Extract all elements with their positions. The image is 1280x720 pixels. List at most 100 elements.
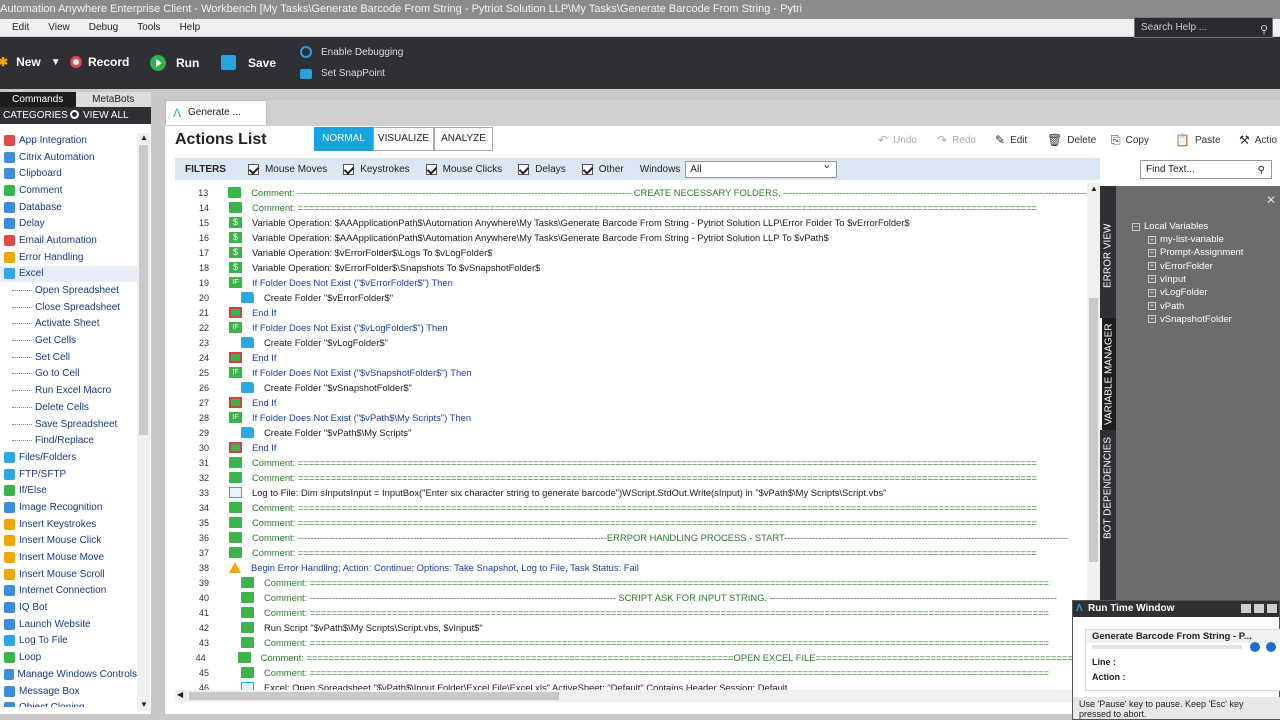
action-row[interactable]: 30 End If bbox=[175, 440, 1087, 455]
chevron-up-icon[interactable]: ▲ bbox=[1090, 184, 1098, 193]
chevron-down-icon[interactable]: ▼ bbox=[51, 57, 61, 68]
expand-icon[interactable]: + bbox=[1148, 288, 1156, 297]
undo-button[interactable]: ↶ Undo bbox=[878, 133, 917, 147]
scroll-thumb[interactable] bbox=[1089, 298, 1098, 562]
category-item[interactable]: Clipboard bbox=[0, 165, 137, 182]
action-row[interactable]: 33 Log to File: Dim sInputsInput = InputB… bbox=[175, 485, 1087, 500]
variable-item[interactable]: + vInput bbox=[1148, 274, 1186, 285]
category-item[interactable]: Excel bbox=[0, 265, 137, 283]
variable-item[interactable]: + Prompt-Assignment bbox=[1148, 247, 1243, 258]
action-row[interactable]: 46 Excel: Open Spreadsheet "$vPath$\Input… bbox=[175, 680, 1087, 690]
category-item[interactable]: If/Else bbox=[0, 482, 137, 499]
expand-icon[interactable]: + bbox=[1148, 248, 1156, 257]
new-button[interactable]: ✱ New ▼ bbox=[0, 55, 61, 69]
category-item[interactable]: FTP/SFTP bbox=[0, 466, 137, 483]
action-row[interactable]: 39 Comment: =============================… bbox=[175, 575, 1087, 590]
edit-button[interactable]: ✎ Edit bbox=[995, 133, 1027, 147]
menu-debug[interactable]: Debug bbox=[89, 22, 118, 33]
expand-icon[interactable]: + bbox=[1148, 302, 1156, 310]
action-row[interactable]: 34 Comment: =============================… bbox=[175, 500, 1087, 515]
hscroll-thumb[interactable] bbox=[189, 692, 559, 700]
close-icon[interactable] bbox=[1267, 604, 1277, 613]
action-row[interactable]: 29 Create Folder "$vPath$\My Scripts" bbox=[175, 425, 1087, 440]
record-button[interactable]: Record bbox=[70, 55, 129, 69]
category-item[interactable]: IQ Bot bbox=[0, 599, 137, 616]
subcategory-item[interactable]: Go to Cell bbox=[0, 366, 137, 383]
variable-item[interactable]: + my-list-variable bbox=[1148, 234, 1224, 245]
action-row[interactable]: 17 $ Variable Operation: $vErrorFolder$\Lo… bbox=[175, 245, 1087, 260]
category-item[interactable]: App Integration bbox=[0, 132, 137, 149]
tab-commands[interactable]: Commands bbox=[0, 92, 76, 107]
document-tab[interactable]: Λ Generate ... bbox=[165, 100, 267, 125]
mode-normal-button[interactable]: NORMAL bbox=[314, 127, 373, 151]
filter-keystrokes[interactable]: Keystrokes bbox=[343, 163, 410, 175]
minimize-icon[interactable] bbox=[1241, 604, 1251, 613]
search-icon[interactable]: ⚲ bbox=[1260, 21, 1268, 40]
filter-delays[interactable]: Delays bbox=[518, 163, 566, 175]
expand-icon[interactable]: + bbox=[1148, 235, 1156, 244]
stop-icon[interactable] bbox=[1266, 642, 1276, 652]
action-row[interactable]: 27 End If bbox=[175, 395, 1087, 410]
category-item[interactable]: Image Recognition bbox=[0, 499, 137, 516]
checkbox-icon[interactable] bbox=[425, 163, 437, 175]
chevron-down-icon[interactable]: ▼ bbox=[140, 700, 148, 709]
left-scrollbar[interactable]: ▲ ▼ bbox=[137, 133, 150, 711]
variable-item[interactable]: + vPath bbox=[1148, 301, 1184, 312]
tab-metabots[interactable]: MetaBots bbox=[75, 92, 151, 107]
tab-bot-dependencies[interactable]: BOT DEPENDENCIES bbox=[1100, 436, 1116, 540]
subcategory-item[interactable]: Open Spreadsheet bbox=[0, 282, 137, 299]
save-button[interactable]: Save bbox=[221, 55, 276, 70]
enable-debugging-button[interactable]: Enable Debugging bbox=[300, 46, 403, 58]
category-item[interactable]: Insert Mouse Move bbox=[0, 549, 137, 566]
filter-mouse-moves[interactable]: Mouse Moves bbox=[247, 163, 327, 175]
action-row[interactable]: 45 Comment: =============================… bbox=[175, 665, 1087, 680]
action-row[interactable]: 25 IF If Folder Does Not Exist ("$vSnapsho… bbox=[175, 365, 1087, 380]
category-item[interactable]: Files/Folders bbox=[0, 449, 137, 466]
subcategory-item[interactable]: Delete Cells bbox=[0, 399, 137, 416]
subcategory-item[interactable]: Find/Replace bbox=[0, 432, 137, 449]
delete-button[interactable]: 🗑 Delete bbox=[1047, 133, 1096, 147]
expand-icon[interactable]: + bbox=[1148, 262, 1156, 271]
category-item[interactable]: Comment bbox=[0, 182, 137, 199]
category-item[interactable]: Citrix Automation bbox=[0, 149, 137, 166]
subcategory-item[interactable]: Run Excel Macro bbox=[0, 382, 137, 399]
action-row[interactable]: 31 Comment: =============================… bbox=[175, 455, 1087, 470]
checkbox-icon[interactable] bbox=[581, 163, 593, 175]
action-row[interactable]: 42 Run Script "$vPath$\My Scripts\Script.… bbox=[175, 620, 1087, 635]
action-row[interactable]: 24 End If bbox=[175, 350, 1087, 365]
action-row[interactable]: 26 Create Folder "$vSnapshotFolder$" bbox=[175, 380, 1087, 395]
action-row[interactable]: 38 Begin Error Handling; Action: Continue… bbox=[175, 560, 1087, 575]
search-icon[interactable]: ⚲ bbox=[1258, 162, 1265, 179]
action-row[interactable]: 40 Comment: -----------------------------… bbox=[175, 590, 1087, 605]
search-help-input[interactable]: Search Help ... ⚲ bbox=[1134, 17, 1273, 38]
action-row[interactable]: 13 Comment: -----------------------------… bbox=[175, 185, 1087, 200]
action-row[interactable]: 19 IF If Folder Does Not Exist ("$vErrorFo… bbox=[175, 275, 1087, 290]
action-row[interactable]: 20 Create Folder "$vErrorFolder$" bbox=[175, 290, 1087, 305]
subcategory-item[interactable]: Close Spreadsheet bbox=[0, 299, 137, 316]
find-text-input[interactable]: Find Text... ⚲ bbox=[1140, 160, 1272, 179]
category-item[interactable]: Insert Keystrokes bbox=[0, 516, 137, 533]
category-item[interactable]: Log To File bbox=[0, 633, 137, 650]
redo-button[interactable]: ↷ Redo bbox=[937, 133, 976, 147]
action-row[interactable]: 23 Create Folder "$vLogFolder$" bbox=[175, 335, 1087, 350]
expand-icon[interactable]: + bbox=[1148, 315, 1156, 324]
tab-error-view[interactable]: ERROR VIEW bbox=[1100, 216, 1116, 296]
filter-mouse-clicks[interactable]: Mouse Clicks bbox=[425, 163, 502, 175]
subcategory-item[interactable]: Get Cells bbox=[0, 332, 137, 349]
subcategory-item[interactable]: Save Spreadsheet bbox=[0, 416, 137, 433]
variable-item[interactable]: + vSnapshotFolder bbox=[1148, 314, 1232, 325]
variable-item[interactable]: + vLogFolder bbox=[1148, 287, 1208, 298]
filter-other[interactable]: Other bbox=[581, 163, 624, 175]
mode-analyze-button[interactable]: ANALYZE bbox=[434, 127, 493, 151]
menu-tools[interactable]: Tools bbox=[137, 22, 160, 33]
action-row[interactable]: 37 Comment: =============================… bbox=[175, 545, 1087, 560]
action-row[interactable]: 22 IF If Folder Does Not Exist ("$vLogFold… bbox=[175, 320, 1087, 335]
windows-select[interactable]: All bbox=[685, 158, 838, 178]
expand-icon[interactable]: + bbox=[1148, 275, 1156, 284]
checkbox-icon[interactable] bbox=[343, 163, 355, 175]
menu-view[interactable]: View bbox=[48, 22, 70, 33]
action-row[interactable]: 15 $ Variable Operation: $AAApplicationPat… bbox=[175, 215, 1087, 230]
scroll-thumb[interactable] bbox=[139, 145, 148, 435]
chevron-up-icon[interactable]: ▲ bbox=[140, 133, 148, 142]
category-item[interactable]: Email Automation bbox=[0, 232, 137, 249]
